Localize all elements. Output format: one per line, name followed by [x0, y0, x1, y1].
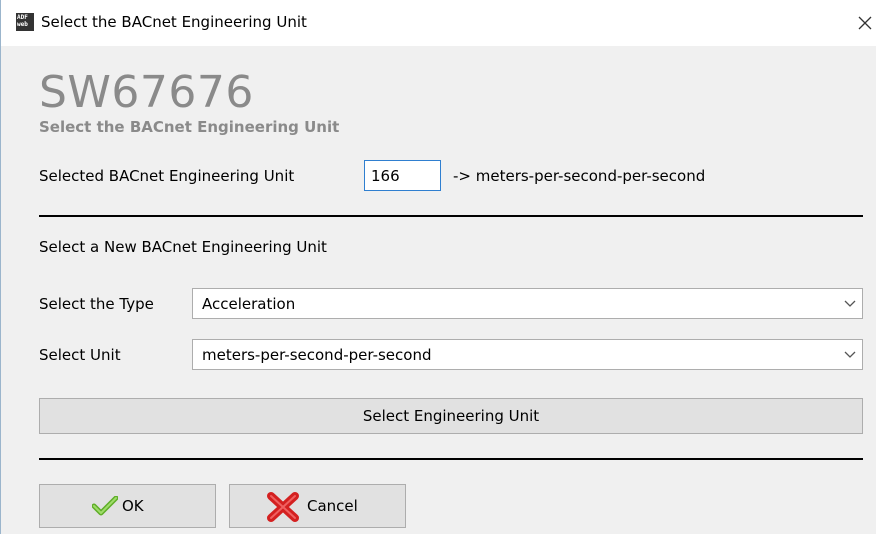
- type-dropdown-value: Acceleration: [202, 295, 296, 313]
- type-dropdown[interactable]: Acceleration: [192, 288, 863, 319]
- unit-label: Select Unit: [39, 346, 121, 364]
- chevron-down-icon: [844, 300, 856, 307]
- red-x-icon: [267, 492, 299, 522]
- page-subtitle: Select the BACnet Engineering Unit: [39, 118, 340, 136]
- app-icon: ADF web: [16, 13, 34, 31]
- ok-button[interactable]: OK: [39, 484, 216, 528]
- ok-button-label: OK: [122, 497, 144, 515]
- divider-top: [39, 215, 863, 217]
- unit-dropdown-value: meters-per-second-per-second: [202, 346, 432, 364]
- new-unit-section-label: Select a New BACnet Engineering Unit: [39, 238, 327, 256]
- chevron-down-icon: [844, 351, 856, 358]
- selected-unit-input[interactable]: [364, 160, 441, 191]
- divider-bottom: [39, 458, 863, 460]
- app-icon-line-2: web: [17, 21, 28, 28]
- selected-unit-label: Selected BACnet Engineering Unit: [39, 167, 295, 185]
- cancel-button-label: Cancel: [307, 497, 358, 515]
- select-engineering-unit-button[interactable]: Select Engineering Unit: [39, 398, 863, 434]
- window-title: Select the BACnet Engineering Unit: [41, 13, 307, 31]
- checkmark-icon: [92, 496, 118, 516]
- product-title: SW67676: [39, 67, 254, 118]
- title-bar: ADF web Select the BACnet Engineering Un…: [1, 0, 876, 46]
- cancel-button[interactable]: Cancel: [229, 484, 406, 528]
- unit-dropdown[interactable]: meters-per-second-per-second: [192, 339, 863, 370]
- close-icon[interactable]: [852, 8, 876, 38]
- dialog-window: ADF web Select the BACnet Engineering Un…: [0, 0, 876, 534]
- selected-unit-description: -> meters-per-second-per-second: [453, 167, 706, 185]
- type-label: Select the Type: [39, 295, 154, 313]
